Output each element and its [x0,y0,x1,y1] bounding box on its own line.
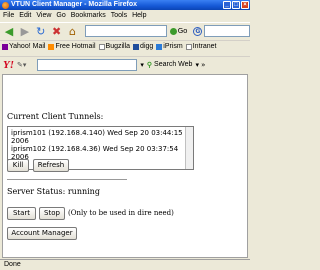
pencil-icon[interactable]: ✎▾ [17,61,26,69]
tunnel-item[interactable]: iprism101 (192.168.4.140) Wed Sep 20 03:… [11,129,190,145]
bookmarks-toolbar: Yahoo! Mail Free Hotmail Bugzilla digg i… [0,40,250,52]
scrollbar[interactable] [185,127,193,169]
yahoo-logo[interactable]: Y! [3,59,14,71]
firefox-icon [2,2,9,9]
go-button[interactable]: Go [169,27,188,35]
maximize-button[interactable]: □ [232,1,240,9]
iprism-icon [156,43,163,50]
stop-icon[interactable]: ✖ [50,24,64,38]
search-input[interactable] [204,25,250,37]
menu-bar: File Edit View Go Bookmarks Tools Help [0,10,250,21]
menu-file[interactable]: File [3,10,14,21]
menu-view[interactable]: View [36,10,51,21]
kill-button[interactable]: Kill [7,159,29,172]
window-controls: _ □ × [223,1,249,9]
wikipedia-icon [98,43,105,50]
start-button[interactable]: Start [7,207,36,220]
bookmark-bugzilla[interactable]: Bugzilla [98,43,130,50]
forward-icon[interactable]: ▶ [18,24,32,38]
menu-edit[interactable]: Edit [19,10,31,21]
page-icon [185,43,192,50]
title-bar: VTUN Client Manager - Mozilla Firefox _ … [0,0,250,10]
go-icon [169,27,177,35]
tunnels-heading: Current Client Tunnels: [7,112,104,121]
menu-help[interactable]: Help [132,10,146,21]
back-icon[interactable]: ◀ [2,24,16,38]
bookmark-intranet[interactable]: Intranet [185,43,216,50]
stop-note: (Only to be used in dire need) [68,209,174,217]
hotmail-icon [48,43,55,50]
bookmark-digg[interactable]: digg [133,43,153,50]
digg-icon [133,43,140,50]
yahoo-mail-icon [2,43,8,50]
dropdown-icon[interactable]: ▾ [140,61,144,69]
server-status: Server Status: running [7,187,100,196]
google-search-icon[interactable]: G [193,26,203,36]
minimize-button[interactable]: _ [223,1,231,9]
divider [7,179,127,180]
window-title: VTUN Client Manager - Mozilla Firefox [11,1,138,8]
yahoo-search-button[interactable]: ⚲ Search Web [147,61,193,69]
menu-bookmarks[interactable]: Bookmarks [71,10,106,21]
menu-go[interactable]: Go [56,10,65,21]
stop-button[interactable]: Stop [39,207,65,220]
bookmark-hotmail[interactable]: Free Hotmail [48,43,96,50]
options-icon[interactable]: ▾ » [195,61,205,69]
reload-icon[interactable]: ↻ [34,24,48,38]
yahoo-toolbar: Y! ✎▾ ▾ ⚲ Search Web ▾ » [0,56,250,72]
close-button[interactable]: × [241,1,249,9]
address-input[interactable] [85,25,167,37]
status-bar: Done [0,259,250,270]
yahoo-search-input[interactable] [37,58,138,71]
refresh-button[interactable]: Refresh [33,159,69,172]
account-manager-button[interactable]: Account Manager [7,227,77,240]
navigation-toolbar: ◀ ▶ ↻ ✖ ⌂ Go G [0,22,250,39]
status-text: Done [4,261,21,268]
menu-tools[interactable]: Tools [111,10,127,21]
bookmark-iprism[interactable]: iPrism [156,43,183,50]
home-icon[interactable]: ⌂ [66,24,80,38]
magnifier-icon: ⚲ [146,61,153,69]
bookmark-yahoo-mail[interactable]: Yahoo! Mail [2,43,45,50]
page-content: Current Client Tunnels: iprism101 (192.1… [2,74,248,258]
go-label: Go [177,27,188,35]
